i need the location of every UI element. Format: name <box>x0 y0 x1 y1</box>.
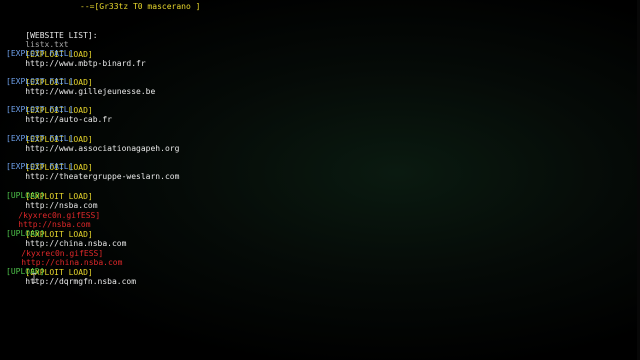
target-url: http://theatergruppe-weslarn.com <box>25 172 180 182</box>
target-url: http://www.associationagapeh.org <box>25 144 180 154</box>
exploit-fail-line: [EXPLOIT FAIL] <box>6 49 74 58</box>
shell-path: /kyxrec0n.gifESS] <box>21 248 104 258</box>
exploit-fail-line: [EXPLOIT FAIL] <box>6 77 74 86</box>
exploit-fail-line: [EXPLOIT FAIL] <box>6 162 74 171</box>
upload-line: [UPLOAD] <box>6 229 45 238</box>
terminal-window[interactable]: --=[Gr33tz T0 mascerano ] [WEBSITE LIST]… <box>0 0 640 360</box>
exploit-fail-line: [EXPLOIT FAIL] <box>6 105 74 114</box>
target-url: http://www.mbtp-binard.fr <box>25 59 146 69</box>
banner-text: --=[Gr33tz T0 mascerano ] <box>80 2 201 11</box>
target-url: http://dqrmgfn.nsba.com <box>25 277 137 287</box>
text-cursor-icon <box>32 273 36 283</box>
exploit-fail-line: [EXPLOIT FAIL] <box>6 134 74 143</box>
target-url: http://auto-cab.fr <box>25 115 112 125</box>
upload-line: [UPLOAD] <box>6 267 45 276</box>
upload-line: [UPLOAD] <box>6 191 45 200</box>
shell-path: /kyxrec0n.gifESS] <box>18 210 101 220</box>
website-list-label: [WEBSITE LIST]: <box>25 30 98 40</box>
exploit-load-line: [EXPLOIT LOAD] http://dqrmgfn.nsba.com <box>6 258 136 296</box>
target-url: http://www.gillejeunesse.be <box>25 87 156 97</box>
